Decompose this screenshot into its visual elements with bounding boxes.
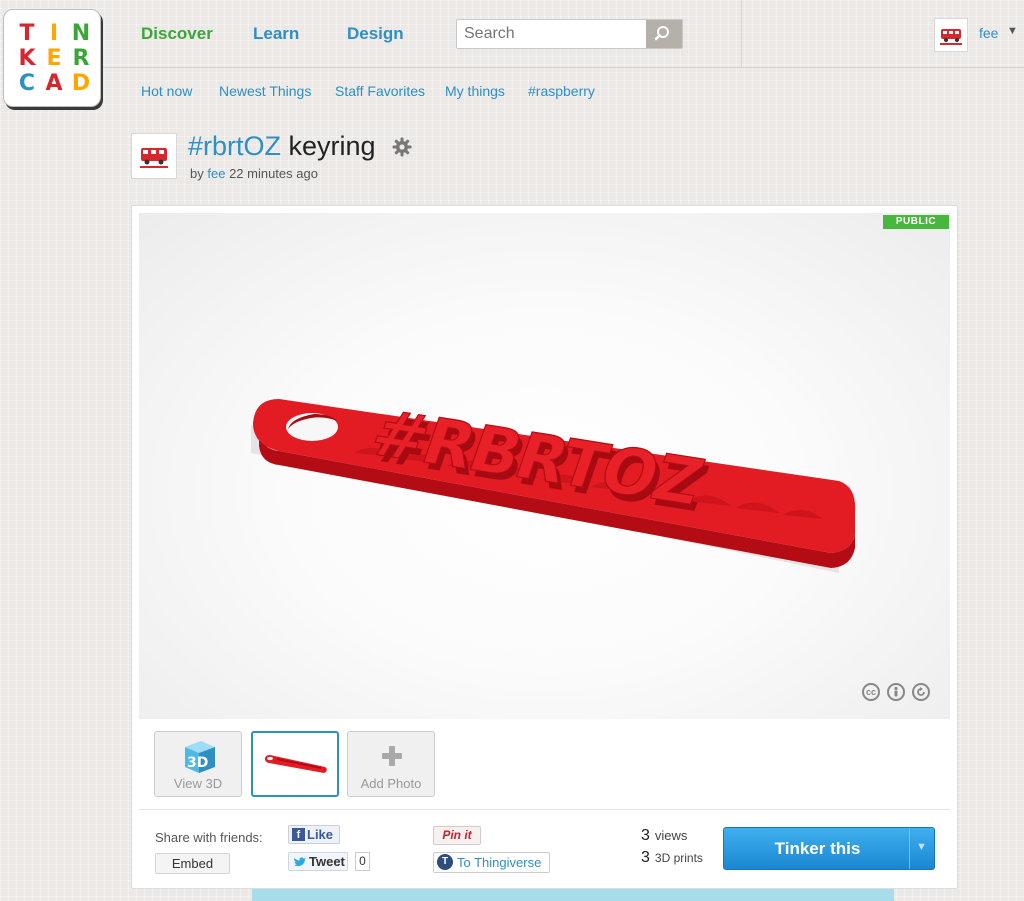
share-label: Share with friends:: [155, 830, 263, 845]
tinker-dropdown-button[interactable]: ▼: [909, 828, 934, 869]
subnav-my-things[interactable]: My things: [445, 83, 505, 99]
logo-letter: D: [71, 71, 91, 96]
header-divider: [741, 0, 742, 67]
like-label: Like: [307, 827, 334, 842]
keyring-model-image: #RBRTOZ #RBRTOZ: [251, 396, 856, 573]
chevron-down-icon: ▼: [916, 841, 927, 853]
user-avatar[interactable]: [934, 18, 968, 52]
facebook-like-button[interactable]: f Like: [288, 825, 340, 844]
cube-3d-icon: 3D: [185, 741, 215, 773]
title-tag[interactable]: #rbrtOZ: [188, 131, 281, 161]
title-text: keyring: [281, 131, 376, 161]
subnav-newest-things[interactable]: Newest Things: [219, 83, 311, 99]
views-count: 3: [641, 827, 650, 844]
public-badge: PUBLIC: [883, 215, 949, 229]
add-photo-label: Add Photo: [360, 776, 422, 791]
page-title: #rbrtOZ keyring: [188, 131, 376, 162]
logo-letter: C: [18, 71, 36, 96]
prints-label: 3D prints: [654, 851, 703, 865]
logo-letter: E: [46, 46, 62, 71]
view-3d-icon-text: 3D: [187, 755, 208, 771]
byline: by fee 22 minutes ago: [190, 166, 318, 181]
chevron-down-icon[interactable]: ▼: [1007, 25, 1018, 37]
attribution-icon[interactable]: [887, 683, 905, 701]
share-alike-icon[interactable]: [912, 683, 930, 701]
tweet-label: Tweet: [309, 854, 345, 869]
gear-icon[interactable]: [392, 137, 412, 157]
thingiverse-icon: T: [437, 854, 453, 870]
nav-divider: [103, 67, 1024, 68]
card-divider: [139, 809, 950, 810]
nav-discover[interactable]: Discover: [141, 24, 213, 44]
tinkercad-logo[interactable]: TIN KER CAD: [3, 9, 101, 107]
bus-avatar-icon: [140, 148, 168, 168]
byline-time: 22 minutes ago: [229, 166, 318, 181]
subnav-raspberry[interactable]: #raspberry: [528, 83, 595, 99]
user-name[interactable]: fee: [979, 25, 998, 41]
logo-letters: TIN KER CAD: [16, 22, 92, 96]
twitter-icon: [294, 857, 306, 867]
search-icon: [654, 26, 669, 41]
thingiverse-button[interactable]: T To Thingiverse: [433, 852, 550, 873]
tinker-this-button[interactable]: Tinker this ▼: [723, 827, 935, 870]
add-photo-button[interactable]: Add Photo: [347, 731, 435, 797]
subnav-hot-now[interactable]: Hot now: [141, 83, 192, 99]
search-input[interactable]: [457, 20, 654, 48]
cc-icon[interactable]: cc: [862, 683, 880, 701]
logo-letter: I: [49, 21, 59, 46]
tinker-this-label: Tinker this: [774, 839, 861, 858]
thingiverse-label: To Thingiverse: [457, 855, 542, 870]
subnav-staff-favorites[interactable]: Staff Favorites: [335, 83, 425, 99]
prints-count: 3: [641, 849, 650, 866]
search-box: [456, 19, 683, 49]
logo-letter: T: [19, 21, 35, 46]
plus-icon: [382, 746, 402, 766]
logo-letter: N: [71, 21, 91, 46]
model-preview[interactable]: #RBRTOZ #RBRTOZ: [139, 213, 950, 719]
pinterest-pin-button[interactable]: Pin it: [433, 826, 481, 845]
search-button[interactable]: [646, 20, 682, 48]
prints-stat: 3 3D prints: [641, 849, 703, 867]
byline-by: by: [190, 166, 204, 181]
keyring-thumbnail-image: [265, 755, 327, 773]
bottom-strip: [252, 889, 894, 901]
logo-letter: K: [18, 46, 36, 71]
logo-letter: A: [45, 71, 63, 96]
photo-thumbnail[interactable]: [251, 731, 339, 797]
tweet-button[interactable]: Tweet: [288, 852, 348, 871]
views-label: views: [654, 828, 688, 843]
embed-button[interactable]: Embed: [155, 853, 230, 874]
logo-letter: R: [72, 46, 90, 71]
tweet-count: 0: [355, 852, 370, 871]
view-3d-button[interactable]: 3D View 3D: [154, 731, 242, 797]
author-link[interactable]: fee: [207, 166, 225, 181]
bus-avatar-icon: [940, 29, 962, 45]
facebook-icon: f: [292, 828, 305, 841]
views-stat: 3 views: [641, 827, 687, 845]
nav-learn[interactable]: Learn: [253, 24, 299, 44]
nav-design[interactable]: Design: [347, 24, 404, 44]
view-3d-label: View 3D: [173, 776, 223, 791]
owner-avatar[interactable]: [131, 133, 177, 179]
